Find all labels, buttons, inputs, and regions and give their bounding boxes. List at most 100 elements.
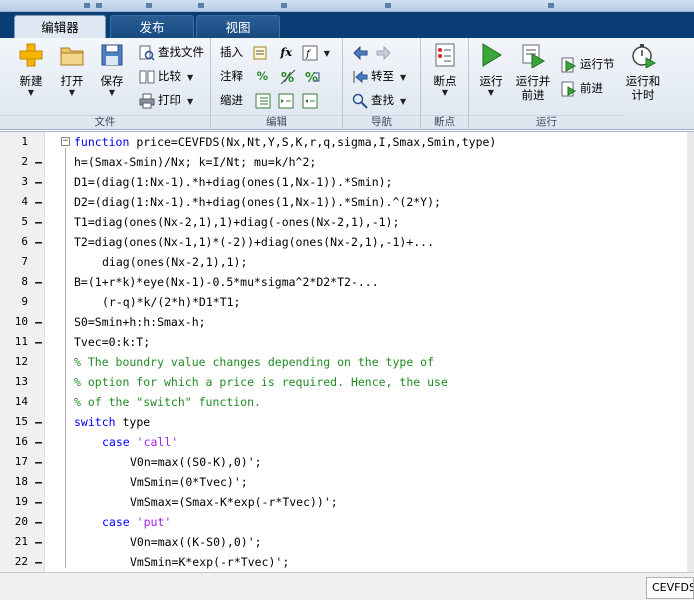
executable-line-marker[interactable]: –	[35, 412, 42, 432]
code-text: case 'put'	[102, 512, 171, 532]
code-line[interactable]: 6– T2=diag(ones(Nx-1,1)*(-2))+diag(ones(N…	[0, 232, 694, 252]
code-line[interactable]: 17– V0n=max((S0-K),0)';	[0, 452, 694, 472]
run-and-time-button[interactable]: 运行和 计时	[623, 42, 663, 102]
indent-button[interactable]: 缩进	[220, 90, 322, 110]
code-line[interactable]: 1 − function price=CEVFDS(Nx,Nt,Y,S,K,r,q,…	[0, 132, 694, 152]
code-token: V0n=max((K-S0),0)';	[130, 535, 262, 549]
code-line[interactable]: 13 % option for which a price is required…	[0, 372, 694, 392]
executable-line-marker[interactable]: –	[35, 172, 42, 192]
code-line[interactable]: 3– D1=(diag(1:Nx-1).*h+diag(ones(1,Nx-1))…	[0, 172, 694, 192]
code-line[interactable]: 10– S0=Smin+h:h:Smax-h;	[0, 312, 694, 332]
code-line[interactable]: 22– VmSmin=K*exp(-r*Tvec)';	[0, 552, 694, 572]
code-line[interactable]: 11– Tvec=0:k:T;	[0, 332, 694, 352]
executable-line-marker[interactable]: –	[35, 312, 42, 332]
code-editor[interactable]: 1 − function price=CEVFDS(Nx,Nt,Y,S,K,r,q,…	[0, 131, 694, 573]
executable-line-marker[interactable]: –	[35, 212, 42, 232]
code-token: S0=Smin+h:h:Smax-h;	[74, 315, 206, 329]
run-and-advance-button[interactable]: 运行并 前进	[511, 42, 555, 102]
compare-button[interactable]: 比较 ▼	[139, 66, 193, 86]
executable-line-marker[interactable]: –	[35, 552, 42, 572]
executable-line-marker[interactable]: –	[35, 452, 42, 472]
line-number: 5	[21, 215, 28, 228]
tab-editor[interactable]: 编辑器	[14, 15, 106, 38]
smart-indent-icon[interactable]	[255, 93, 271, 109]
advance-button[interactable]: 前进	[561, 78, 603, 98]
code-line[interactable]: 5– T1=diag(ones(Nx-2,1),1)+diag(-ones(Nx-…	[0, 212, 694, 232]
code-line[interactable]: 8– B=(1+r*k)*eye(Nx-1)-0.5*mu*sigma^2*D2*…	[0, 272, 694, 292]
executable-line-marker[interactable]: –	[35, 432, 42, 452]
keyword-token: case	[102, 515, 130, 529]
save-button[interactable]: 保存 ▼	[93, 42, 131, 98]
fx-icon[interactable]: fx	[280, 45, 292, 59]
back-arrow-icon[interactable]	[352, 45, 368, 61]
code-line[interactable]: 18– VmSmin=(0*Tvec)';	[0, 472, 694, 492]
uncomment-icon[interactable]: %	[280, 69, 296, 85]
edit-group: 插入 fx f ▼ 注释 % % % 缩进	[211, 38, 343, 130]
code-text: D1=(diag(1:Nx-1).*h+diag(ones(1,Nx-1)).*…	[74, 172, 393, 192]
insert-button[interactable]: 插入 fx f ▼	[220, 42, 330, 62]
decrease-indent-icon[interactable]	[302, 93, 318, 109]
code-token: h=(Smax-Smin)/Nx; k=I/Nt; mu=k/h^2;	[74, 155, 317, 169]
code-line[interactable]: 9 (r-q)*k/(2*h)*D1*T1;	[0, 292, 694, 312]
executable-line-marker[interactable]: –	[35, 532, 42, 552]
line-number: 16	[14, 435, 28, 448]
run-section-icon	[561, 57, 577, 72]
code-line[interactable]: 2– h=(Smax-Smin)/Nx; k=I/Nt; mu=k/h^2;	[0, 152, 694, 172]
executable-line-marker[interactable]: –	[35, 512, 42, 532]
title-fragment	[146, 3, 152, 8]
executable-line-marker[interactable]: –	[35, 152, 42, 172]
executable-line-marker[interactable]: –	[35, 272, 42, 292]
run-section-button[interactable]: 运行节	[561, 54, 615, 74]
code-line[interactable]: 16– case 'call'	[0, 432, 694, 452]
executable-line-marker[interactable]: –	[35, 332, 42, 352]
tab-publish[interactable]: 发布	[110, 15, 194, 38]
ribbon-tab-bar: 编辑器 发布 视图	[0, 12, 694, 38]
code-token: V0n=max((S0-K),0)';	[130, 455, 262, 469]
percent-comment-icon[interactable]: %	[257, 69, 269, 83]
code-line[interactable]: 15– switch type	[0, 412, 694, 432]
code-line[interactable]: 19– VmSmax=(Smax-K*exp(-r*Tvec))';	[0, 492, 694, 512]
code-token: Tvec=0:k:T;	[74, 335, 151, 349]
increase-indent-icon[interactable]	[278, 93, 294, 109]
run-play-icon	[482, 43, 502, 67]
new-button[interactable]: 新建 ▼	[12, 42, 50, 98]
goto-button[interactable]: 转至 ▼	[352, 66, 406, 86]
comment-button[interactable]: 注释 % % %	[220, 66, 324, 86]
magnifier-icon	[352, 93, 368, 109]
file-group-label: 文件	[0, 115, 210, 128]
line-number: 18	[14, 475, 28, 488]
code-token: B=(1+r*k)*eye(Nx-1)-0.5*mu*sigma^2*D2*T2…	[74, 275, 379, 289]
code-text: (r-q)*k/(2*h)*D1*T1;	[102, 292, 240, 312]
run-button[interactable]: 运行 ▼	[472, 42, 510, 98]
fold-toggle-icon[interactable]: −	[61, 137, 70, 146]
code-line[interactable]: 4– D2=(diag(1:Nx-1).*h+diag(ones(1,Nx-1))…	[0, 192, 694, 212]
plus-icon	[19, 43, 43, 67]
code-text: function price=CEVFDS(Nx,Nt,Y,S,K,r,q,si…	[74, 132, 496, 152]
title-fragment	[96, 3, 102, 8]
code-line[interactable]: 7 diag(ones(Nx-2,1),1);	[0, 252, 694, 272]
comment-token: % of the "switch" function.	[74, 395, 261, 409]
keyword-token: case	[102, 435, 130, 449]
line-number: 2	[21, 155, 28, 168]
code-token: VmSmax=(Smax-K*exp(-r*Tvec))';	[130, 495, 338, 509]
executable-line-marker[interactable]: –	[35, 232, 42, 252]
find-files-button[interactable]: 查找文件	[139, 42, 204, 62]
open-button[interactable]: 打开 ▼	[53, 42, 91, 98]
code-line[interactable]: 20– case 'put'	[0, 512, 694, 532]
keyword-token: function	[74, 135, 130, 149]
breakpoints-button[interactable]: 断点 ▼	[426, 42, 464, 98]
find-button[interactable]: 查找 ▼	[352, 90, 406, 110]
executable-line-marker[interactable]: –	[35, 192, 42, 212]
code-line[interactable]: 14 % of the "switch" function.	[0, 392, 694, 412]
code-line[interactable]: 21– V0n=max((K-S0),0)';	[0, 532, 694, 552]
code-text: switch type	[74, 412, 150, 432]
wrap-comment-icon[interactable]: %	[304, 69, 320, 85]
forward-arrow-icon[interactable]	[376, 45, 392, 61]
code-line[interactable]: 12 % The boundry value changes depending …	[0, 352, 694, 372]
executable-line-marker[interactable]: –	[35, 472, 42, 492]
executable-line-marker[interactable]: –	[35, 492, 42, 512]
print-button[interactable]: 打印 ▼	[139, 90, 193, 110]
window-title-strip	[0, 0, 694, 12]
tab-view[interactable]: 视图	[196, 15, 280, 38]
